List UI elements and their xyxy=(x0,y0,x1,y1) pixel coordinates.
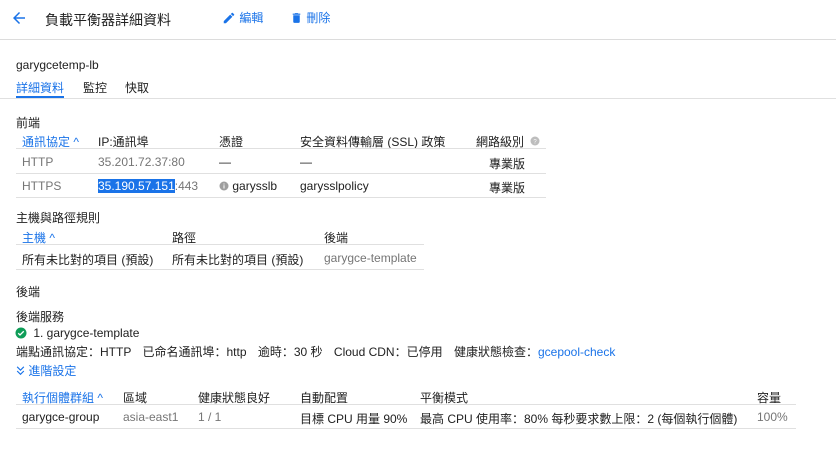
backend-services-title: 後端服務 xyxy=(16,310,65,324)
sort-ascending-icon: ^ xyxy=(97,391,103,405)
pencil-icon xyxy=(222,11,236,25)
frontend-row1-protocol: HTTP xyxy=(22,155,54,169)
backend-service-props: 端點通訊協定：HTTP 已命名通訊埠：http 逾時：30 秒 Cloud CD… xyxy=(16,343,615,360)
check-circle-icon xyxy=(15,327,27,339)
frontend-row2-ssl-policy: garysslpolicy xyxy=(300,179,369,193)
help-icon[interactable]: ? xyxy=(530,136,540,146)
cert-name: garysslb xyxy=(232,179,278,193)
edit-button[interactable]: 編輯 xyxy=(222,9,263,26)
backend-row-region: asia-east1 xyxy=(123,410,179,424)
frontend-title: 前端 xyxy=(16,116,41,130)
backend-col-instance-group-label: 執行個體群組 xyxy=(22,391,95,405)
health-check-label: 健康狀態檢查： xyxy=(453,345,538,359)
backend-row-autoscale: 目標 CPU 用量 90% xyxy=(300,412,408,426)
back-arrow-icon[interactable] xyxy=(10,9,28,27)
host-row-path: 所有未比對的項目 (預設) xyxy=(172,253,304,267)
selected-ip-text: 35.190.57.151 xyxy=(98,179,175,193)
backend-row-capacity: 100% xyxy=(757,410,788,424)
frontend-header-line xyxy=(16,148,546,149)
frontend-row2-line xyxy=(16,197,546,198)
frontend-row2-cert[interactable]: garysslb xyxy=(219,179,277,193)
sort-ascending-icon: ^ xyxy=(49,231,55,245)
frontend-row2-ip-port: 35.190.57.151:443 xyxy=(98,179,198,193)
frontend-col-protocol-label: 通訊協定 xyxy=(22,135,71,149)
frontend-row1-line xyxy=(16,173,546,174)
host-row-line xyxy=(16,269,424,270)
host-row-backend: garygce-template xyxy=(324,251,417,265)
tab-caching[interactable]: 快取 xyxy=(125,79,149,96)
delete-label: 刪除 xyxy=(306,11,331,25)
health-check-link[interactable]: gcepool-check xyxy=(538,345,615,359)
frontend-row1-tier: 專業版 xyxy=(489,157,526,171)
frontend-row1-ip-port: 35.201.72.37:80 xyxy=(98,155,185,169)
chevron-double-down-icon xyxy=(16,366,25,376)
backend-row-group: garygce-group xyxy=(22,410,100,424)
tab-details[interactable]: 詳細資料 xyxy=(16,79,64,96)
endpoint-protocol-value: HTTP xyxy=(100,345,132,359)
port-suffix: :443 xyxy=(174,179,199,193)
named-port-label: 已命名通訊埠： xyxy=(142,345,227,359)
host-rules-title: 主機與路徑規則 xyxy=(16,211,101,225)
sort-ascending-icon: ^ xyxy=(73,135,79,149)
frontend-row2-protocol: HTTPS xyxy=(22,179,62,193)
backend-row-line xyxy=(16,428,796,429)
timeout-value: 30 秒 xyxy=(293,345,323,359)
page-title: 負載平衡器詳細資料 xyxy=(45,12,171,28)
timeout-label: 逾時： xyxy=(257,345,294,359)
backend-service-name: 1. garygce-template xyxy=(33,326,140,340)
backend-header-line xyxy=(16,404,796,405)
lb-name: garygcetemp-lb xyxy=(16,58,99,72)
trash-icon xyxy=(290,11,303,25)
endpoint-protocol-label: 端點通訊協定： xyxy=(16,345,101,359)
cdn-value: 已停用 xyxy=(406,345,443,359)
edit-label: 編輯 xyxy=(239,11,264,25)
top-bar: 負載平衡器詳細資料 編輯 刪除 xyxy=(0,0,836,40)
info-icon xyxy=(219,181,229,191)
advanced-settings-label: 進階設定 xyxy=(28,364,77,378)
host-col-host-label: 主機 xyxy=(22,231,47,245)
host-row-host: 所有未比對的項目 (預設) xyxy=(22,253,154,267)
backend-row-balance-mode: 最高 CPU 使用率：80% 每秒要求數上限：2 (每個執行個體) xyxy=(420,412,738,426)
backend-service-item: 1. garygce-template xyxy=(15,326,139,340)
tab-monitoring[interactable]: 監控 xyxy=(83,79,107,96)
cdn-label: Cloud CDN： xyxy=(333,345,407,359)
advanced-settings-toggle[interactable]: 進階設定 xyxy=(16,362,76,379)
backend-title: 後端 xyxy=(16,285,41,299)
named-port-value: http xyxy=(226,345,247,359)
tabs-divider xyxy=(0,98,836,99)
host-header-line xyxy=(16,244,424,245)
delete-button[interactable]: 刪除 xyxy=(290,9,330,26)
frontend-row1-cert: — xyxy=(219,155,231,169)
frontend-row2-tier: 專業版 xyxy=(489,181,526,195)
backend-row-healthy: 1 / 1 xyxy=(198,410,222,424)
frontend-row1-ssl-policy: — xyxy=(300,155,312,169)
